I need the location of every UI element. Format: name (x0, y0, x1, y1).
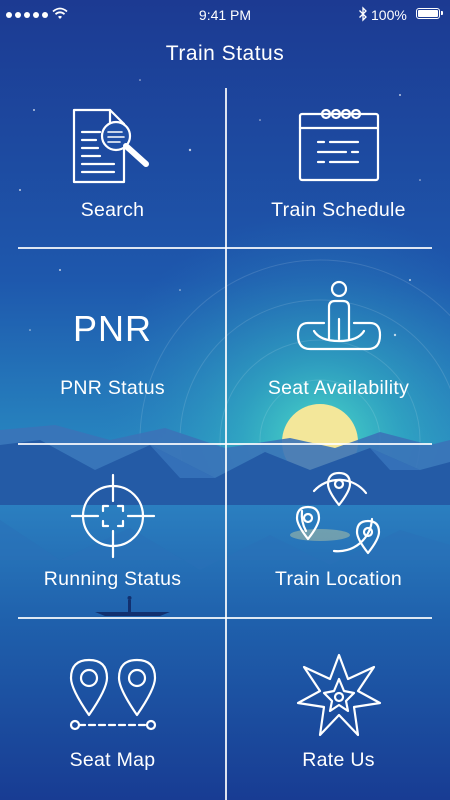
crosshair-icon (0, 473, 225, 559)
calendar-icon (226, 104, 450, 184)
tile-seat-availability-label: Seat Availability (267, 377, 410, 399)
map-pins-route-icon (0, 657, 225, 733)
tile-train-location-label: Train Location (274, 568, 403, 590)
tile-rate-us-label: Rate Us (302, 749, 375, 771)
person-seat-icon (226, 279, 450, 363)
tile-seat-availability[interactable]: Seat Availability (226, 249, 450, 443)
tile-train-location[interactable]: Train Location (226, 445, 450, 617)
status-bar: 9:41 PM 100% (0, 0, 450, 32)
tile-search[interactable]: Search (0, 88, 225, 247)
tile-seat-map[interactable]: Seat Map (0, 619, 225, 800)
tile-running-status-label: Running Status (43, 568, 182, 590)
search-document-icon (0, 106, 225, 186)
bluetooth-icon (359, 6, 367, 22)
page-title: Train Status (165, 42, 285, 65)
tile-rate-us[interactable]: Rate Us (226, 619, 450, 800)
battery-icon (416, 8, 443, 19)
pnr-icon-text: PNR (72, 308, 152, 349)
tile-train-schedule[interactable]: Train Schedule (226, 88, 450, 247)
tile-pnr-status[interactable]: PNR PNR Status (0, 249, 225, 443)
tile-train-schedule-label: Train Schedule (271, 199, 406, 221)
tile-pnr-status-label: PNR Status (60, 377, 165, 399)
location-pins-icon (226, 471, 450, 557)
battery-percentage: 100% (371, 7, 407, 23)
tile-seat-map-label: Seat Map (69, 749, 156, 771)
star-badge-icon (226, 653, 450, 739)
tile-search-label: Search (80, 199, 145, 221)
tile-running-status[interactable]: Running Status (0, 445, 225, 617)
